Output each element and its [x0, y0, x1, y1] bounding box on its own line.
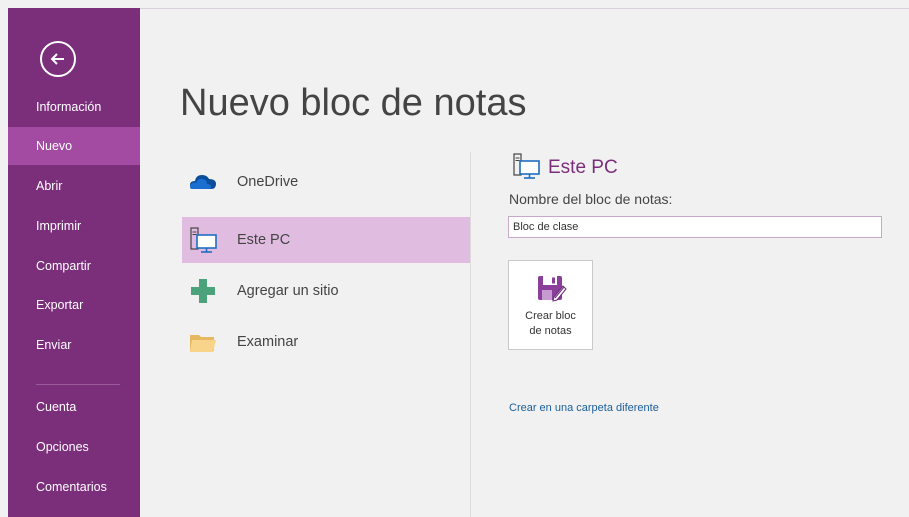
sidebar-item-comentarios[interactable]: Comentarios: [8, 468, 140, 506]
folder-icon: [190, 335, 216, 352]
back-button[interactable]: [40, 41, 76, 77]
sidebar: Información Nuevo Abrir Imprimir Compart…: [8, 8, 140, 517]
create-label-line1: Crear bloc: [525, 310, 576, 322]
place-este-pc[interactable]: Este PC: [182, 217, 470, 263]
sidebar-item-cuenta[interactable]: Cuenta: [8, 388, 140, 426]
panel-divider: [470, 152, 471, 517]
computer-icon: [190, 227, 217, 253]
sidebar-item-opciones[interactable]: Opciones: [8, 428, 140, 466]
sidebar-divider: [36, 384, 120, 385]
top-border: [140, 8, 909, 9]
computer-icon: [513, 153, 540, 179]
sidebar-item-abrir[interactable]: Abrir: [8, 167, 140, 205]
notebook-name-input[interactable]: [508, 216, 882, 238]
save-icon: [538, 276, 567, 302]
cloud-icon: [190, 175, 216, 189]
place-agregar-sitio[interactable]: Agregar un sitio: [182, 268, 470, 314]
create-label-line2: de notas: [529, 325, 572, 337]
sidebar-item-enviar[interactable]: Enviar: [8, 326, 140, 364]
back-arrow-icon: [50, 53, 64, 65]
page-title: Nuevo bloc de notas: [180, 82, 527, 124]
create-notebook-button[interactable]: Crear bloc de notas: [508, 260, 593, 350]
sidebar-item-imprimir[interactable]: Imprimir: [8, 207, 140, 245]
create-in-different-folder-link[interactable]: Crear en una carpeta diferente: [509, 402, 659, 414]
plus-icon: [191, 279, 215, 303]
sidebar-item-exportar[interactable]: Exportar: [8, 286, 140, 324]
backstage-view: Información Nuevo Abrir Imprimir Compart…: [0, 0, 909, 517]
location-title: Este PC: [548, 157, 618, 178]
place-examinar[interactable]: Examinar: [182, 319, 470, 365]
sidebar-item-compartir[interactable]: Compartir: [8, 247, 140, 285]
sidebar-item-nuevo[interactable]: Nuevo: [8, 127, 140, 165]
sidebar-item-informacion[interactable]: Información: [8, 88, 140, 126]
notebook-name-label: Nombre del bloc de notas:: [509, 191, 673, 207]
place-onedrive[interactable]: OneDrive: [182, 159, 470, 205]
